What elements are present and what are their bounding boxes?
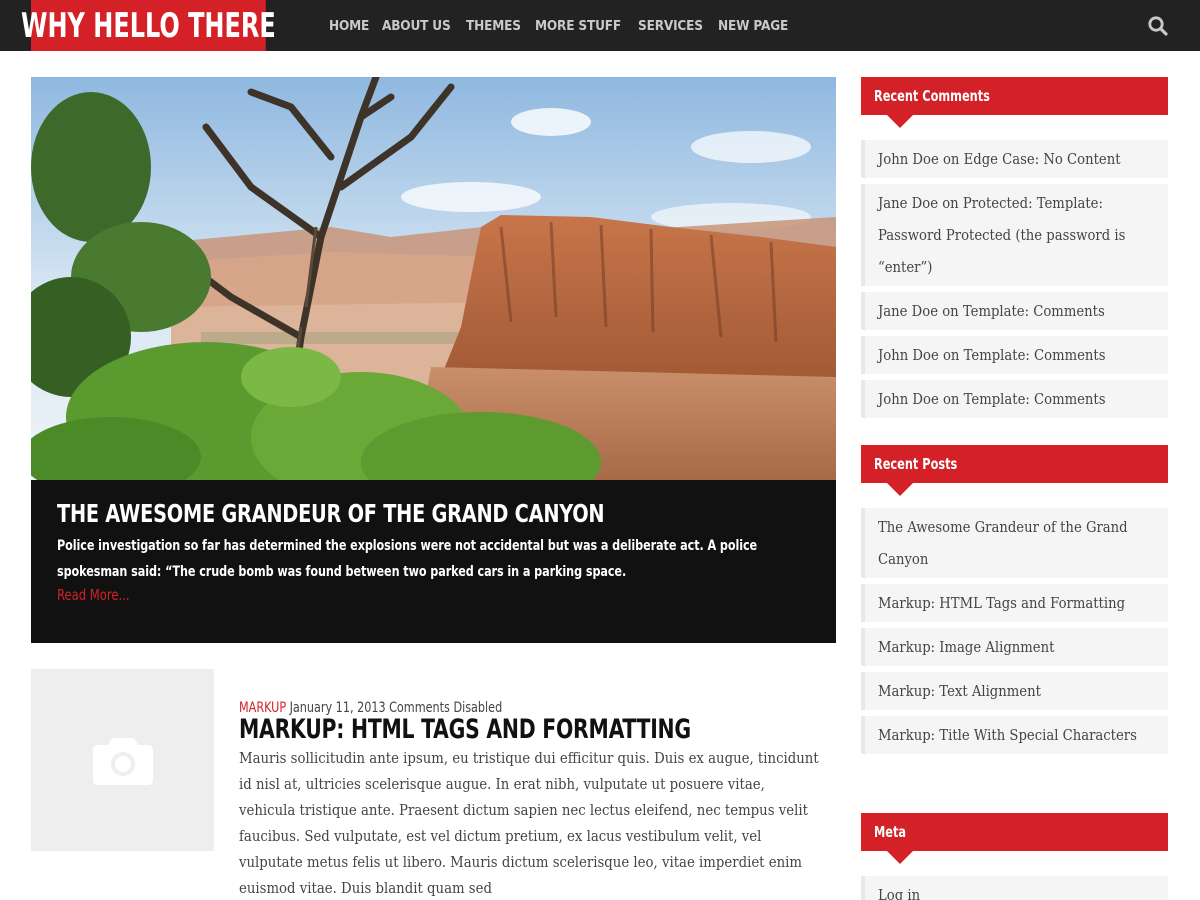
post-entry: MARKUP January 11, 2013 Comments Disabled … xyxy=(239,697,829,900)
post-excerpt: Mauris sollicitudin ante ipsum, eu trist… xyxy=(239,749,819,897)
recent-post-item[interactable]: The Awesome Grandeur of the Grand Canyon xyxy=(861,508,1168,578)
main-nav: HOME ABOUT US THEMES MORE STUFF SERVICES… xyxy=(329,0,804,51)
nav-item-services[interactable]: SERVICES xyxy=(638,18,703,34)
widget-title: Recent Posts xyxy=(861,445,1168,496)
widget-title: Meta xyxy=(861,813,1168,864)
site-logo[interactable]: WHY HELLO THERE xyxy=(21,0,276,51)
widget-meta: Meta Log in xyxy=(861,813,1168,900)
post-thumbnail[interactable] xyxy=(31,669,214,851)
widget-recent-comments: Recent Comments John Doe on Edge Case: N… xyxy=(861,77,1168,424)
featured-post: THE AWESOME GRANDEUR OF THE GRAND CANYON… xyxy=(31,77,836,643)
nav-item-about-us[interactable]: ABOUT US xyxy=(382,18,451,34)
recent-post-item[interactable]: Markup: Title With Special Characters xyxy=(861,716,1168,754)
recent-post-item[interactable]: Markup: Text Alignment xyxy=(861,672,1168,710)
recent-comment-item[interactable]: John Doe on Edge Case: No Content xyxy=(861,140,1168,178)
meta-item-login[interactable]: Log in xyxy=(861,876,1168,900)
recent-comment-item[interactable]: John Doe on Template: Comments xyxy=(861,380,1168,418)
nav-item-home[interactable]: HOME xyxy=(329,18,369,34)
recent-comment-item[interactable]: John Doe on Template: Comments xyxy=(861,336,1168,374)
post-title[interactable]: MARKUP: HTML TAGS AND FORMATTING xyxy=(239,714,691,745)
camera-icon xyxy=(92,738,153,785)
featured-post-title[interactable]: THE AWESOME GRANDEUR OF THE GRAND CANYON xyxy=(57,499,605,528)
featured-post-excerpt: Police investigation so far has determin… xyxy=(57,538,758,580)
site-title: WHY HELLO THERE xyxy=(21,6,276,45)
recent-post-item[interactable]: Markup: HTML Tags and Formatting xyxy=(861,584,1168,622)
search-icon[interactable] xyxy=(1146,14,1170,38)
recent-post-item[interactable]: Markup: Image Alignment xyxy=(861,628,1168,666)
nav-item-new-page[interactable]: NEW PAGE xyxy=(718,18,788,34)
nav-item-more-stuff[interactable]: MORE STUFF xyxy=(535,18,621,34)
recent-comment-item[interactable]: Jane Doe on Template: Comments xyxy=(861,292,1168,330)
nav-item-themes[interactable]: THEMES xyxy=(466,18,521,34)
featured-image[interactable] xyxy=(31,77,836,480)
recent-comment-item[interactable]: Jane Doe on Protected: Template: Passwor… xyxy=(861,184,1168,286)
read-more-link[interactable]: Read More... xyxy=(57,586,130,604)
site-header: WHY HELLO THERE HOME ABOUT US THEMES MOR… xyxy=(0,0,1200,51)
widget-title: Recent Comments xyxy=(861,77,1168,128)
widget-recent-posts: Recent Posts The Awesome Grandeur of the… xyxy=(861,445,1168,760)
